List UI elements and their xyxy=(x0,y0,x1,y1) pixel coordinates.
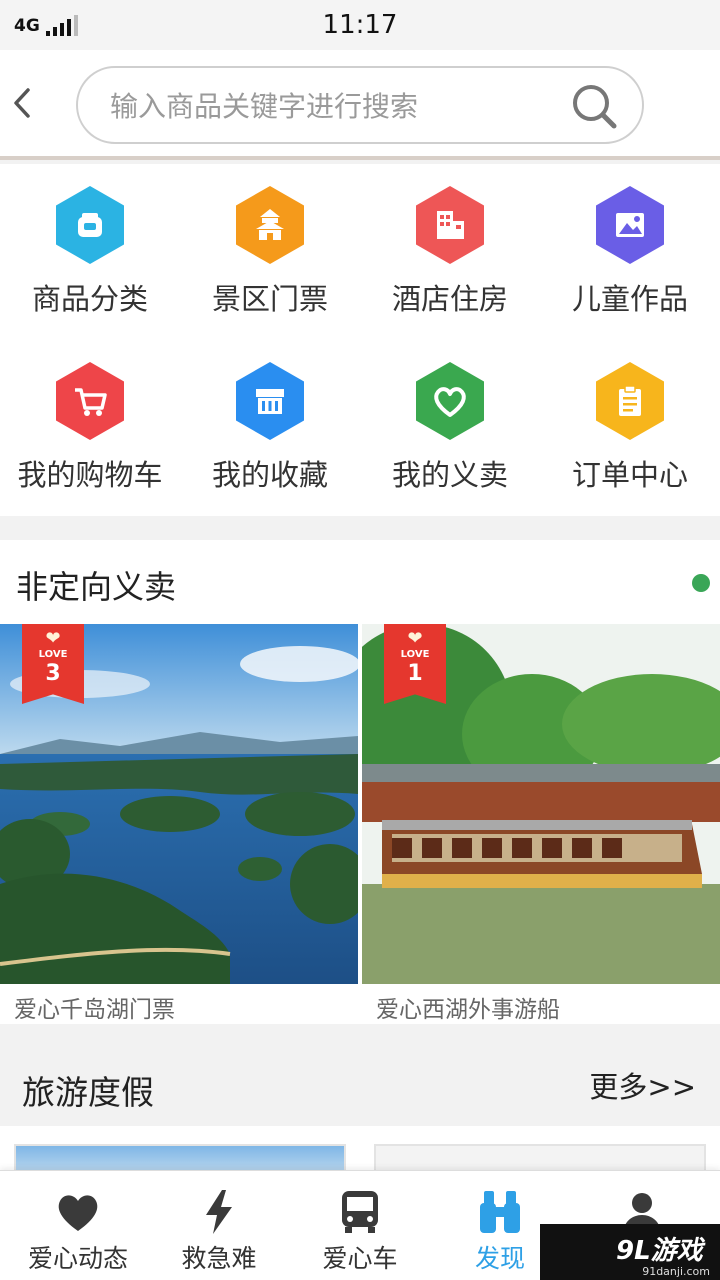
badge-text: LOVE xyxy=(400,649,430,660)
grid-label: 我的购物车 xyxy=(17,458,163,492)
love-badge: ❤ LOVE 3 xyxy=(22,624,84,704)
heart-icon xyxy=(416,362,484,440)
charity-card[interactable]: ❤ LOVE 3 爱心千岛湖门票 xyxy=(0,624,358,1024)
grid-label: 酒店住房 xyxy=(391,282,508,316)
nav-label: 爱心车 xyxy=(322,1244,398,1273)
heart-icon: ❤ xyxy=(407,628,423,649)
search-icon[interactable] xyxy=(570,82,620,132)
nav-label: 救急难 xyxy=(181,1244,257,1273)
temple-icon xyxy=(236,186,304,264)
grid-item-category[interactable]: 商品分类 xyxy=(0,164,180,340)
grid-label: 订单中心 xyxy=(571,458,688,492)
clipboard-icon xyxy=(596,362,664,440)
nav-label: 爱心动态 xyxy=(27,1244,128,1273)
grid-label: 景区门票 xyxy=(211,282,328,316)
badge-count: 3 xyxy=(45,661,61,686)
carousel-dot xyxy=(692,574,710,592)
shopping-cart-icon xyxy=(56,362,124,440)
grid-item-hotel[interactable]: 酒店住房 xyxy=(360,164,540,340)
function-grid: 商品分类 景区门票 酒店住房 儿童作品 我的购物车 我的收藏 我的义卖 订单中心 xyxy=(0,164,720,516)
heart-icon xyxy=(58,1195,98,1231)
travel-list xyxy=(0,1126,720,1184)
section-title: 非定向义卖 xyxy=(16,568,177,606)
badge-text: LOVE xyxy=(38,649,68,660)
charity-section: 非定向义卖 ❤ LOVE 3 爱心千岛湖门票 ❤ LOVE 1 爱心西湖外事游船 xyxy=(0,540,720,1024)
grid-item-my-charity[interactable]: 我的义卖 xyxy=(360,340,540,516)
picture-icon xyxy=(596,186,664,264)
watermark-brand: 9L游戏 xyxy=(616,1236,703,1266)
grid-item-orders[interactable]: 订单中心 xyxy=(540,340,720,516)
watermark-logo: 9L游戏 91danji.com xyxy=(540,1224,720,1280)
status-time: 11:17 xyxy=(322,10,398,40)
grid-label: 商品分类 xyxy=(31,282,148,316)
charity-card[interactable]: ❤ LOVE 1 爱心西湖外事游船 xyxy=(362,624,720,1024)
grid-label: 儿童作品 xyxy=(571,282,688,316)
rice-cooker-icon xyxy=(56,186,124,264)
grid-item-favorites[interactable]: 我的收藏 xyxy=(180,340,360,516)
card-title: 爱心千岛湖门票 xyxy=(14,997,175,1023)
nav-item-love-car[interactable]: 爱心车 xyxy=(290,1171,430,1280)
grid-item-kids-works[interactable]: 儿童作品 xyxy=(540,164,720,340)
search-header xyxy=(0,50,720,160)
store-icon xyxy=(236,362,304,440)
more-link[interactable]: 更多>> xyxy=(589,1064,696,1106)
lightning-icon xyxy=(206,1190,232,1234)
nav-item-love-news[interactable]: 爱心动态 xyxy=(8,1171,148,1280)
binoculars-icon xyxy=(480,1191,520,1233)
love-badge: ❤ LOVE 1 xyxy=(384,624,446,704)
hotel-icon xyxy=(416,186,484,264)
travel-section-header: 旅游度假 更多>> xyxy=(0,1046,720,1126)
grid-item-cart[interactable]: 我的购物车 xyxy=(0,340,180,516)
grid-item-tickets[interactable]: 景区门票 xyxy=(180,164,360,340)
card-title: 爱心西湖外事游船 xyxy=(376,997,560,1023)
search-box[interactable] xyxy=(76,66,644,144)
grid-label: 我的收藏 xyxy=(211,458,328,492)
search-input[interactable] xyxy=(110,86,550,126)
badge-count: 1 xyxy=(407,661,423,686)
watermark-domain: 91danji.com xyxy=(642,1265,710,1278)
status-bar: 4G 11:17 xyxy=(0,0,720,50)
grid-label: 我的义卖 xyxy=(391,458,508,492)
back-arrow-icon[interactable] xyxy=(6,80,40,126)
bus-icon xyxy=(342,1191,378,1233)
section-title: 旅游度假 xyxy=(22,1073,154,1112)
heart-icon: ❤ xyxy=(45,628,61,649)
nav-item-emergency[interactable]: 救急难 xyxy=(149,1171,289,1280)
